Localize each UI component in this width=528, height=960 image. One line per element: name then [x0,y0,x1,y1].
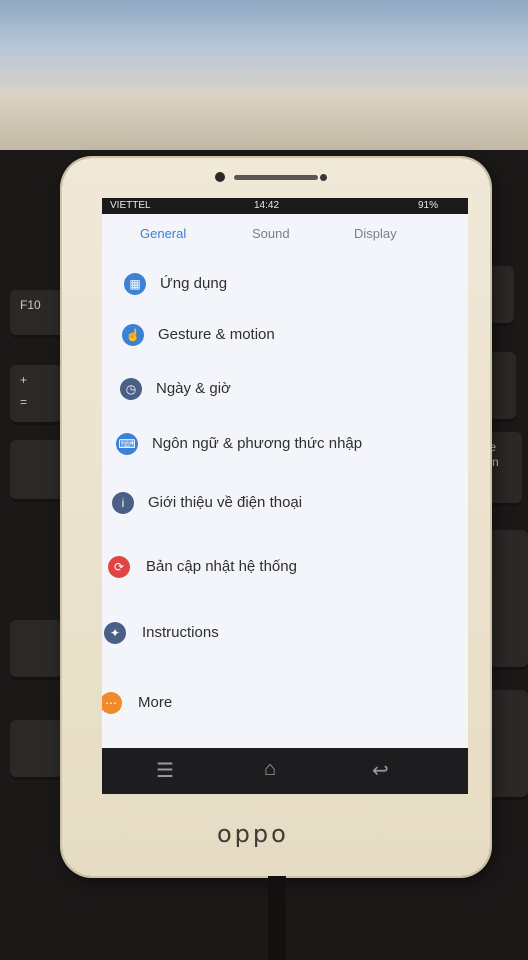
key-home [10,620,62,680]
info-icon: i [112,492,134,514]
clock-icon: ◷ [120,378,142,400]
settings-item-about-phone[interactable]: i Giới thiệu về điện thoại [102,480,468,530]
carrier-label: VIETTEL [110,200,151,211]
background-window [0,0,528,95]
clock-label: 14:42 [254,200,280,211]
settings-item-label: Gesture & motion [158,326,275,343]
menu-icon[interactable]: ☰ [156,758,174,783]
phone-body: VIETTEL 14:42 91% General Sound Display … [62,158,490,876]
earpiece [234,175,318,180]
settings-item-gesture[interactable]: ☝ Gesture & motion [102,312,468,362]
lightbulb-icon: ✦ [104,622,126,644]
settings-item-label: Bản cập nhật hệ thống [146,558,297,575]
update-icon: ⟳ [108,556,130,578]
more-icon: ⋯ [102,692,122,714]
background-windowsill [0,95,528,150]
keyboard-icon: ⌨ [116,433,138,455]
settings-item-system-update[interactable]: ⟳ Bản cập nhật hệ thống [102,544,468,594]
settings-item-more[interactable]: ⋯ More [102,680,468,730]
settings-tabs: General Sound Display [102,220,468,246]
battery-label: 91% [417,200,438,211]
status-bar: VIETTEL 14:42 91% [102,198,468,214]
settings-item-label: Giới thiệu về điện thoại [148,494,303,511]
usb-cable [268,876,286,960]
key-right-side [488,530,528,670]
settings-item-label: More [138,694,173,711]
key-equals-label: = [20,395,28,409]
home-icon[interactable]: ⌂ [264,758,276,781]
settings-item-date-time[interactable]: ◷ Ngày & giờ [102,366,468,416]
key-f10: F10 [10,290,70,338]
settings-item-language[interactable]: ⌨ Ngôn ngữ & phương thức nhập [102,421,468,471]
settings-item-label: Ứng dụng [160,275,228,292]
key-plus-equals: + = [10,365,62,425]
tab-display[interactable]: Display [354,226,397,241]
key-f10-label: F10 [20,298,41,312]
tab-general[interactable]: General [140,226,186,241]
phone-screen: VIETTEL 14:42 91% General Sound Display … [102,198,468,748]
front-camera [215,172,225,182]
settings-item-label: Ngôn ngữ & phương thức nhập [152,435,363,452]
proximity-sensor [320,174,327,181]
apps-icon: ▦ [124,273,146,295]
settings-item-label: Instructions [142,624,219,641]
tab-sound[interactable]: Sound [252,226,290,241]
back-icon[interactable]: ↩ [372,758,389,783]
gesture-icon: ☝ [122,324,144,346]
key-menu [10,720,62,780]
settings-item-label: Ngày & giờ [156,380,231,397]
key-right-side-lower [488,690,528,800]
navigation-bar: ☰ ⌂ ↩ [102,748,468,794]
settings-item-instructions[interactable]: ✦ Instructions [102,610,468,660]
settings-item-apps[interactable]: ▦ Ứng dụng [102,261,468,311]
brand-logo: oppo [217,820,289,848]
key-plus-label: + [20,373,28,387]
